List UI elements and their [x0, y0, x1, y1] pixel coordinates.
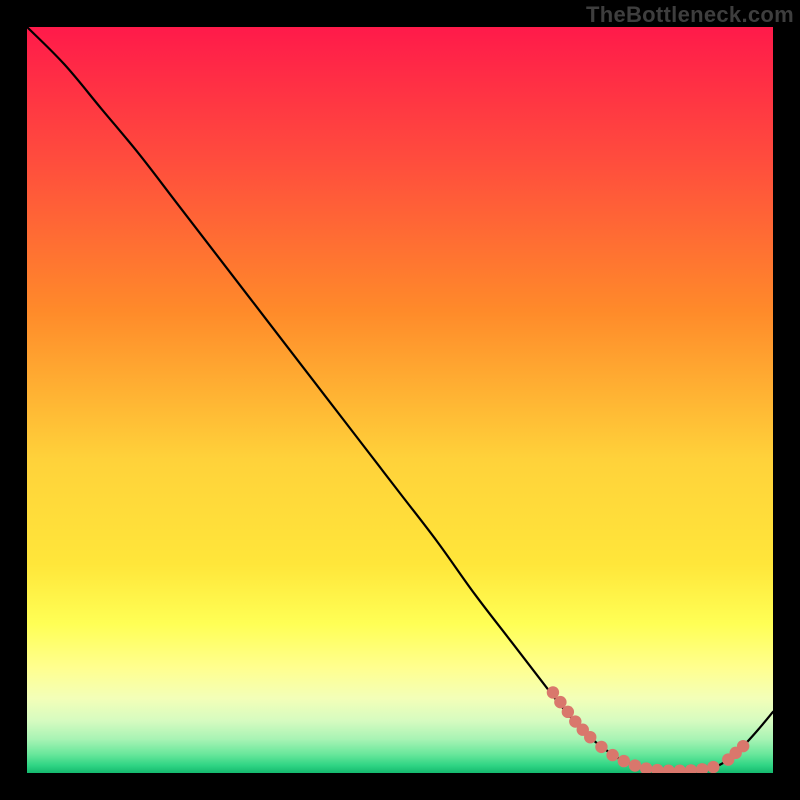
gradient-background	[27, 27, 773, 773]
chart-frame: TheBottleneck.com	[0, 0, 800, 800]
data-dot	[737, 740, 749, 752]
data-dot	[707, 761, 719, 773]
data-dot	[547, 686, 559, 698]
data-dot	[584, 731, 596, 743]
data-dot	[562, 706, 574, 718]
chart-svg	[27, 27, 773, 773]
plot-area	[27, 27, 773, 773]
data-dot	[618, 755, 630, 767]
data-dot	[629, 759, 641, 771]
data-dot	[554, 696, 566, 708]
data-dot	[595, 741, 607, 753]
watermark-text: TheBottleneck.com	[586, 2, 794, 28]
data-dot	[606, 749, 618, 761]
